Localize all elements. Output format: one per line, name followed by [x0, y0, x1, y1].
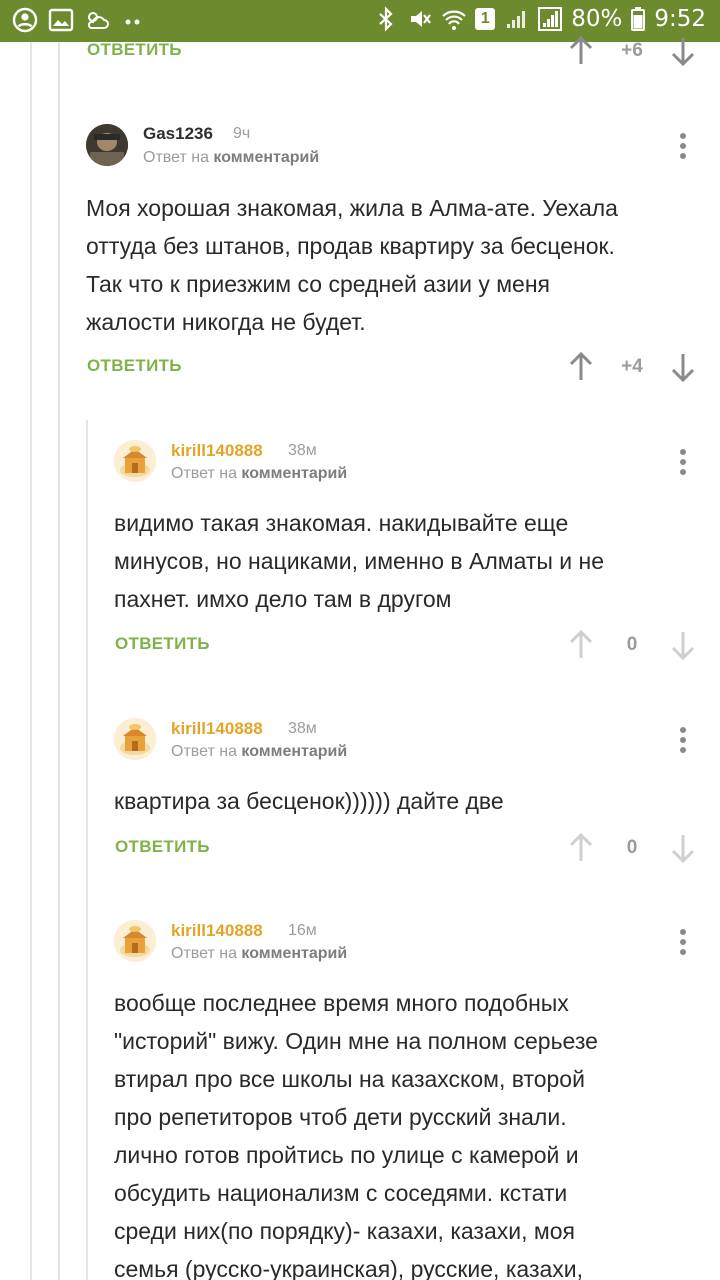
downvote-arrow-icon[interactable]	[670, 630, 696, 660]
comment-score: 0	[626, 837, 638, 858]
thread-line	[86, 420, 88, 1280]
comment-author[interactable]: kirill140888	[171, 921, 263, 941]
comment-time: 38м	[288, 442, 317, 459]
comment-score: +6	[621, 40, 643, 61]
comment-score: 0	[626, 634, 638, 655]
comment-time: 38м	[288, 720, 317, 737]
weather-icon	[87, 12, 109, 29]
reply-button[interactable]: ОТВЕТИТЬ	[87, 356, 182, 376]
more-options-icon[interactable]	[680, 727, 688, 753]
upvote-arrow-icon[interactable]	[568, 833, 594, 863]
gallery-icon	[48, 8, 74, 32]
downvote-arrow-icon[interactable]	[670, 352, 696, 382]
signal-icon-1	[507, 11, 526, 28]
reply-button[interactable]: ОТВЕТИТЬ	[87, 40, 182, 60]
sim-badge: 1	[475, 8, 496, 30]
upvote-arrow-icon[interactable]	[568, 36, 594, 66]
comment-body: Моя хорошая знакомая, жила в Алма-ате. У…	[86, 195, 618, 335]
reply-to-label[interactable]: Ответ на комментарий	[171, 465, 347, 483]
reply-to-label[interactable]: Ответ на комментарий	[171, 945, 347, 963]
comment-author[interactable]: kirill140888	[171, 719, 263, 739]
upvote-arrow-icon[interactable]	[568, 630, 594, 660]
downvote-arrow-icon[interactable]	[670, 833, 696, 863]
reply-to-label[interactable]: Ответ на комментарий	[171, 743, 347, 761]
comment-body: вообще последнее время много подобных "и…	[114, 990, 598, 1280]
avatar[interactable]	[114, 440, 156, 482]
battery-percent: 80%	[571, 6, 623, 32]
comment-time: 16м	[288, 922, 317, 939]
reply-button[interactable]: ОТВЕТИТЬ	[115, 634, 210, 654]
comment-score: +4	[621, 356, 643, 377]
downvote-arrow-icon[interactable]	[670, 36, 696, 66]
reply-to-label[interactable]: Ответ на комментарий	[143, 149, 319, 167]
battery-icon	[631, 7, 646, 31]
comment-body: видимо такая знакомая. накидывайте еще м…	[114, 510, 605, 612]
upvote-arrow-icon[interactable]	[568, 352, 594, 382]
comment-author[interactable]: kirill140888	[171, 441, 263, 461]
clock: 9:52	[654, 6, 706, 32]
avatar[interactable]	[114, 920, 156, 962]
status-bar: 1 80% 9:52	[0, 0, 720, 42]
avatar[interactable]	[114, 718, 156, 760]
thread-line	[30, 42, 32, 1280]
avatar[interactable]	[86, 124, 128, 166]
account-icon	[12, 7, 38, 33]
more-options-icon[interactable]	[680, 929, 688, 955]
bluetooth-icon	[379, 6, 393, 32]
reply-button[interactable]: ОТВЕТИТЬ	[115, 837, 210, 857]
comment-author[interactable]: Gas1236	[143, 124, 213, 144]
signal-icon-2	[538, 7, 563, 31]
comment-time: 9ч	[233, 125, 251, 142]
comment-body: квартира за бесценок)))))) дайте две	[114, 788, 504, 814]
more-notifications-icon	[125, 19, 140, 25]
more-options-icon[interactable]	[680, 133, 688, 159]
thread-line	[58, 42, 60, 1280]
wifi-icon	[442, 10, 466, 30]
mute-icon	[411, 11, 432, 27]
more-options-icon[interactable]	[680, 449, 688, 475]
